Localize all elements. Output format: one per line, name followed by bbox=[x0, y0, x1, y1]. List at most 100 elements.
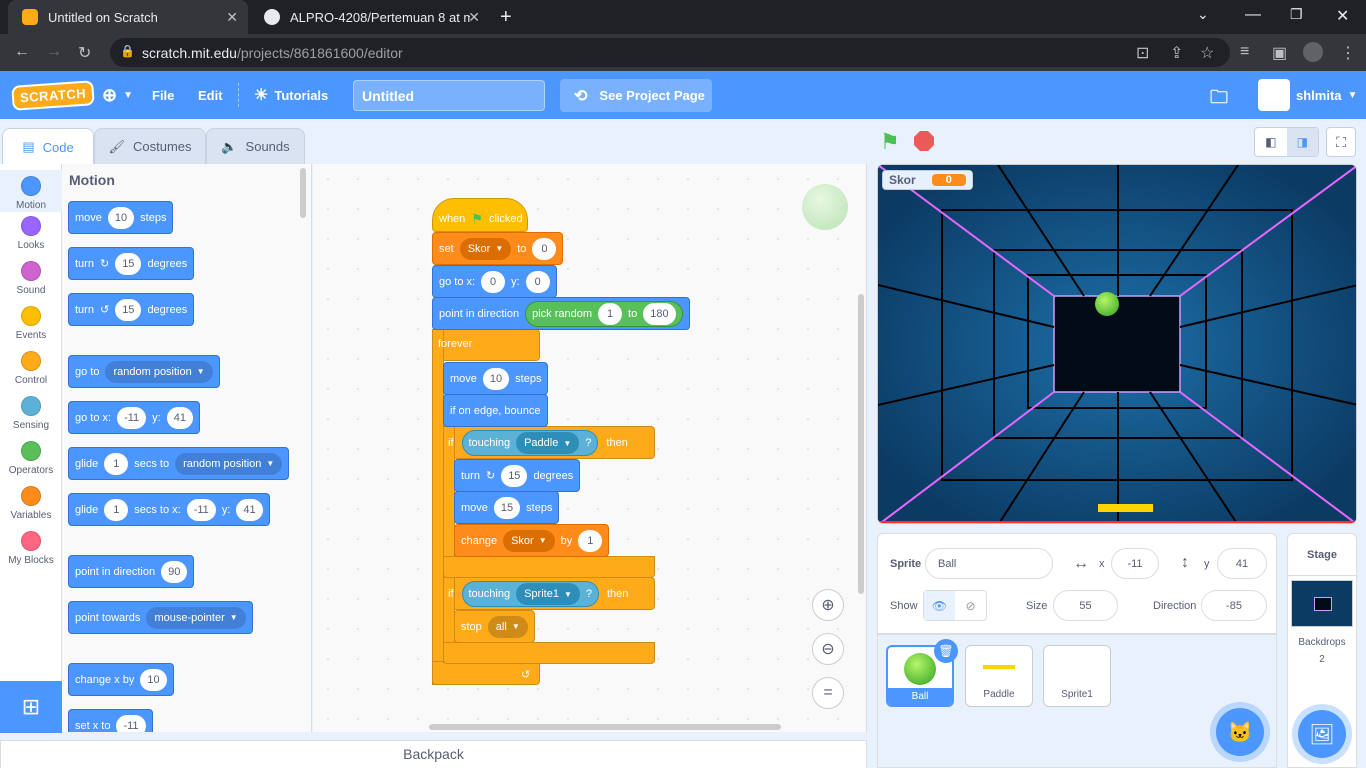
close-window-icon[interactable]: ✕ bbox=[1336, 6, 1349, 26]
steps-input[interactable]: 15 bbox=[493, 496, 521, 519]
touching-sprite1-reporter[interactable]: touching Sprite1 ▼? bbox=[461, 581, 599, 607]
category-looks[interactable]: Looks bbox=[0, 216, 62, 251]
close-tab-icon[interactable]: ✕ bbox=[468, 9, 480, 26]
horizontal-scrollbar[interactable] bbox=[429, 724, 781, 730]
minimize-icon[interactable]: — bbox=[1245, 6, 1261, 24]
sprite-tile-paddle[interactable]: Paddle bbox=[965, 645, 1033, 707]
category-sound[interactable]: Sound bbox=[0, 261, 62, 296]
target-dropdown[interactable]: random position ▼ bbox=[175, 452, 283, 475]
tab-code[interactable]: ▤ Code bbox=[2, 128, 94, 165]
fullscreen-button[interactable]: ⛶ bbox=[1326, 127, 1356, 157]
set-x-block[interactable]: set x to -11 bbox=[68, 709, 153, 732]
back-icon[interactable]: ← bbox=[14, 43, 30, 61]
zoom-reset-button[interactable]: = bbox=[812, 677, 844, 709]
delete-sprite-icon[interactable]: 🗑 bbox=[934, 639, 958, 663]
secs-input[interactable]: 1 bbox=[104, 498, 129, 521]
category-my-blocks[interactable]: My Blocks bbox=[0, 531, 62, 566]
glide-to-block[interactable]: glide 1 secs to random position ▼ bbox=[68, 447, 290, 480]
turn-right-block[interactable]: turn ↻ 15 degrees bbox=[454, 459, 581, 492]
from-input[interactable]: 1 bbox=[598, 302, 623, 325]
x-input[interactable]: -11 bbox=[116, 714, 146, 732]
x-input[interactable]: -11 bbox=[186, 498, 216, 521]
close-tab-icon[interactable]: ✕ bbox=[226, 9, 238, 26]
sprite-tile-ball[interactable]: Ball 🗑 bbox=[886, 639, 958, 707]
steps-input[interactable]: 10 bbox=[482, 367, 510, 390]
paddle-sprite[interactable] bbox=[1098, 504, 1153, 512]
turn-right-block[interactable]: turn ↻ 15 degrees bbox=[68, 247, 195, 280]
x-input[interactable]: 10 bbox=[140, 668, 167, 691]
y-input[interactable]: 41 bbox=[1217, 548, 1267, 579]
script-workspace[interactable]: forever ↺ when ⚑ clicked set Skor ▼ to 0 go to… bbox=[313, 164, 867, 732]
turn-left-block[interactable]: turn ↺ 15 degrees bbox=[68, 293, 195, 326]
touching-paddle-reporter[interactable]: touching Paddle ▼? bbox=[461, 430, 599, 456]
normal-stage-icon[interactable]: ◨ bbox=[1286, 128, 1318, 156]
account-menu[interactable]: shlmita ▼ bbox=[1258, 71, 1357, 119]
category-motion[interactable]: Motion bbox=[0, 170, 62, 212]
sprite-name-input[interactable]: Ball bbox=[925, 548, 1053, 579]
restore-icon[interactable]: ❐ bbox=[1290, 6, 1303, 23]
x-input[interactable]: 0 bbox=[481, 270, 506, 293]
point-towards-block[interactable]: point towards mouse-pointer ▼ bbox=[68, 601, 253, 634]
green-flag-button[interactable]: ⚑ bbox=[880, 129, 900, 155]
stop-block[interactable]: stop all ▼ bbox=[454, 610, 535, 643]
direction-input[interactable]: -85 bbox=[1201, 590, 1267, 621]
my-stuff-folder-icon[interactable]: 🗀 bbox=[1210, 85, 1228, 115]
y-input[interactable]: 0 bbox=[525, 270, 550, 293]
share-icon[interactable]: ⇪ bbox=[1170, 43, 1183, 63]
profile-avatar[interactable] bbox=[1303, 42, 1323, 62]
add-extension-button[interactable]: ⊞ bbox=[0, 681, 62, 733]
small-stage-icon[interactable]: ◧ bbox=[1255, 128, 1287, 156]
x-input[interactable]: -11 bbox=[1111, 548, 1159, 579]
direction-input[interactable]: 90 bbox=[161, 560, 188, 583]
variable-dropdown[interactable]: Skor ▼ bbox=[503, 529, 555, 552]
stop-option-dropdown[interactable]: all ▼ bbox=[487, 615, 528, 638]
point-in-direction-block[interactable]: point in direction 90 bbox=[68, 555, 195, 588]
zoom-out-button[interactable]: ⊖ bbox=[812, 633, 844, 665]
browser-tab-scratch[interactable]: Untitled on Scratch ✕ bbox=[8, 0, 248, 34]
url-input[interactable]: 🔒 scratch.mit.edu/projects/861861600/edi… bbox=[110, 38, 1230, 67]
pick-random-reporter[interactable]: pick random 1 to 180 bbox=[525, 300, 683, 327]
reading-list-icon[interactable]: ≡ bbox=[1240, 43, 1249, 61]
degrees-input[interactable]: 15 bbox=[115, 298, 142, 321]
degrees-input[interactable]: 15 bbox=[501, 464, 528, 487]
hide-eye-icon[interactable]: ⊘ bbox=[955, 591, 986, 620]
palette-scrollbar[interactable] bbox=[300, 168, 306, 218]
move-steps-block[interactable]: move 15 steps bbox=[454, 491, 560, 524]
reload-icon[interactable]: ↻ bbox=[78, 43, 91, 63]
go-to-xy-block[interactable]: go to x: -11 y: 41 bbox=[68, 401, 200, 434]
browser-menu-icon[interactable]: ⋮ bbox=[1340, 43, 1356, 63]
y-input[interactable]: 41 bbox=[166, 406, 193, 429]
set-variable-block[interactable]: set Skor ▼ to 0 bbox=[432, 232, 564, 265]
stage-canvas[interactable]: Skor 0 bbox=[877, 164, 1357, 524]
point-in-direction-block[interactable]: point in direction pick random 1 to 180 bbox=[432, 297, 690, 330]
when-flag-clicked-block[interactable]: when ⚑ clicked bbox=[432, 198, 528, 232]
go-to-block[interactable]: go to random position ▼ bbox=[68, 355, 220, 388]
tab-costumes[interactable]: 🖌 Costumes bbox=[94, 128, 206, 164]
project-title-input[interactable]: Untitled bbox=[353, 80, 545, 111]
translate-icon[interactable]: ⊡ bbox=[1136, 43, 1149, 63]
category-sensing[interactable]: Sensing bbox=[0, 396, 62, 431]
x-input[interactable]: -11 bbox=[117, 406, 147, 429]
category-control[interactable]: Control bbox=[0, 351, 62, 386]
secs-input[interactable]: 1 bbox=[104, 452, 129, 475]
zoom-in-button[interactable]: ⊕ bbox=[812, 589, 844, 621]
variable-dropdown[interactable]: Skor ▼ bbox=[459, 237, 512, 260]
edit-menu[interactable]: Edit bbox=[198, 71, 223, 119]
tab-sounds[interactable]: 🔈 Sounds bbox=[206, 128, 305, 164]
object-dropdown[interactable]: Sprite1 ▼ bbox=[516, 583, 580, 605]
move-steps-block[interactable]: move 10 steps bbox=[443, 362, 549, 395]
go-to-xy-block[interactable]: go to x: 0 y: 0 bbox=[432, 265, 557, 298]
stage-target-pane[interactable]: Stage Backdrops 2 🖼 bbox=[1287, 533, 1357, 768]
choose-backdrop-button[interactable]: 🖼 bbox=[1298, 710, 1346, 758]
vertical-scrollbar[interactable] bbox=[858, 294, 864, 594]
y-input[interactable]: 41 bbox=[236, 498, 263, 521]
file-menu[interactable]: File bbox=[152, 71, 174, 119]
category-variables[interactable]: Variables bbox=[0, 486, 62, 521]
target-dropdown[interactable]: random position ▼ bbox=[105, 360, 213, 383]
scratch-logo[interactable]: SCRATCH bbox=[11, 71, 95, 119]
new-tab-icon[interactable]: + bbox=[500, 6, 512, 29]
size-input[interactable]: 55 bbox=[1053, 590, 1118, 621]
ball-sprite[interactable] bbox=[1095, 292, 1119, 316]
variable-monitor-skor[interactable]: Skor 0 bbox=[882, 170, 973, 190]
backpack[interactable]: Backpack bbox=[0, 740, 867, 768]
